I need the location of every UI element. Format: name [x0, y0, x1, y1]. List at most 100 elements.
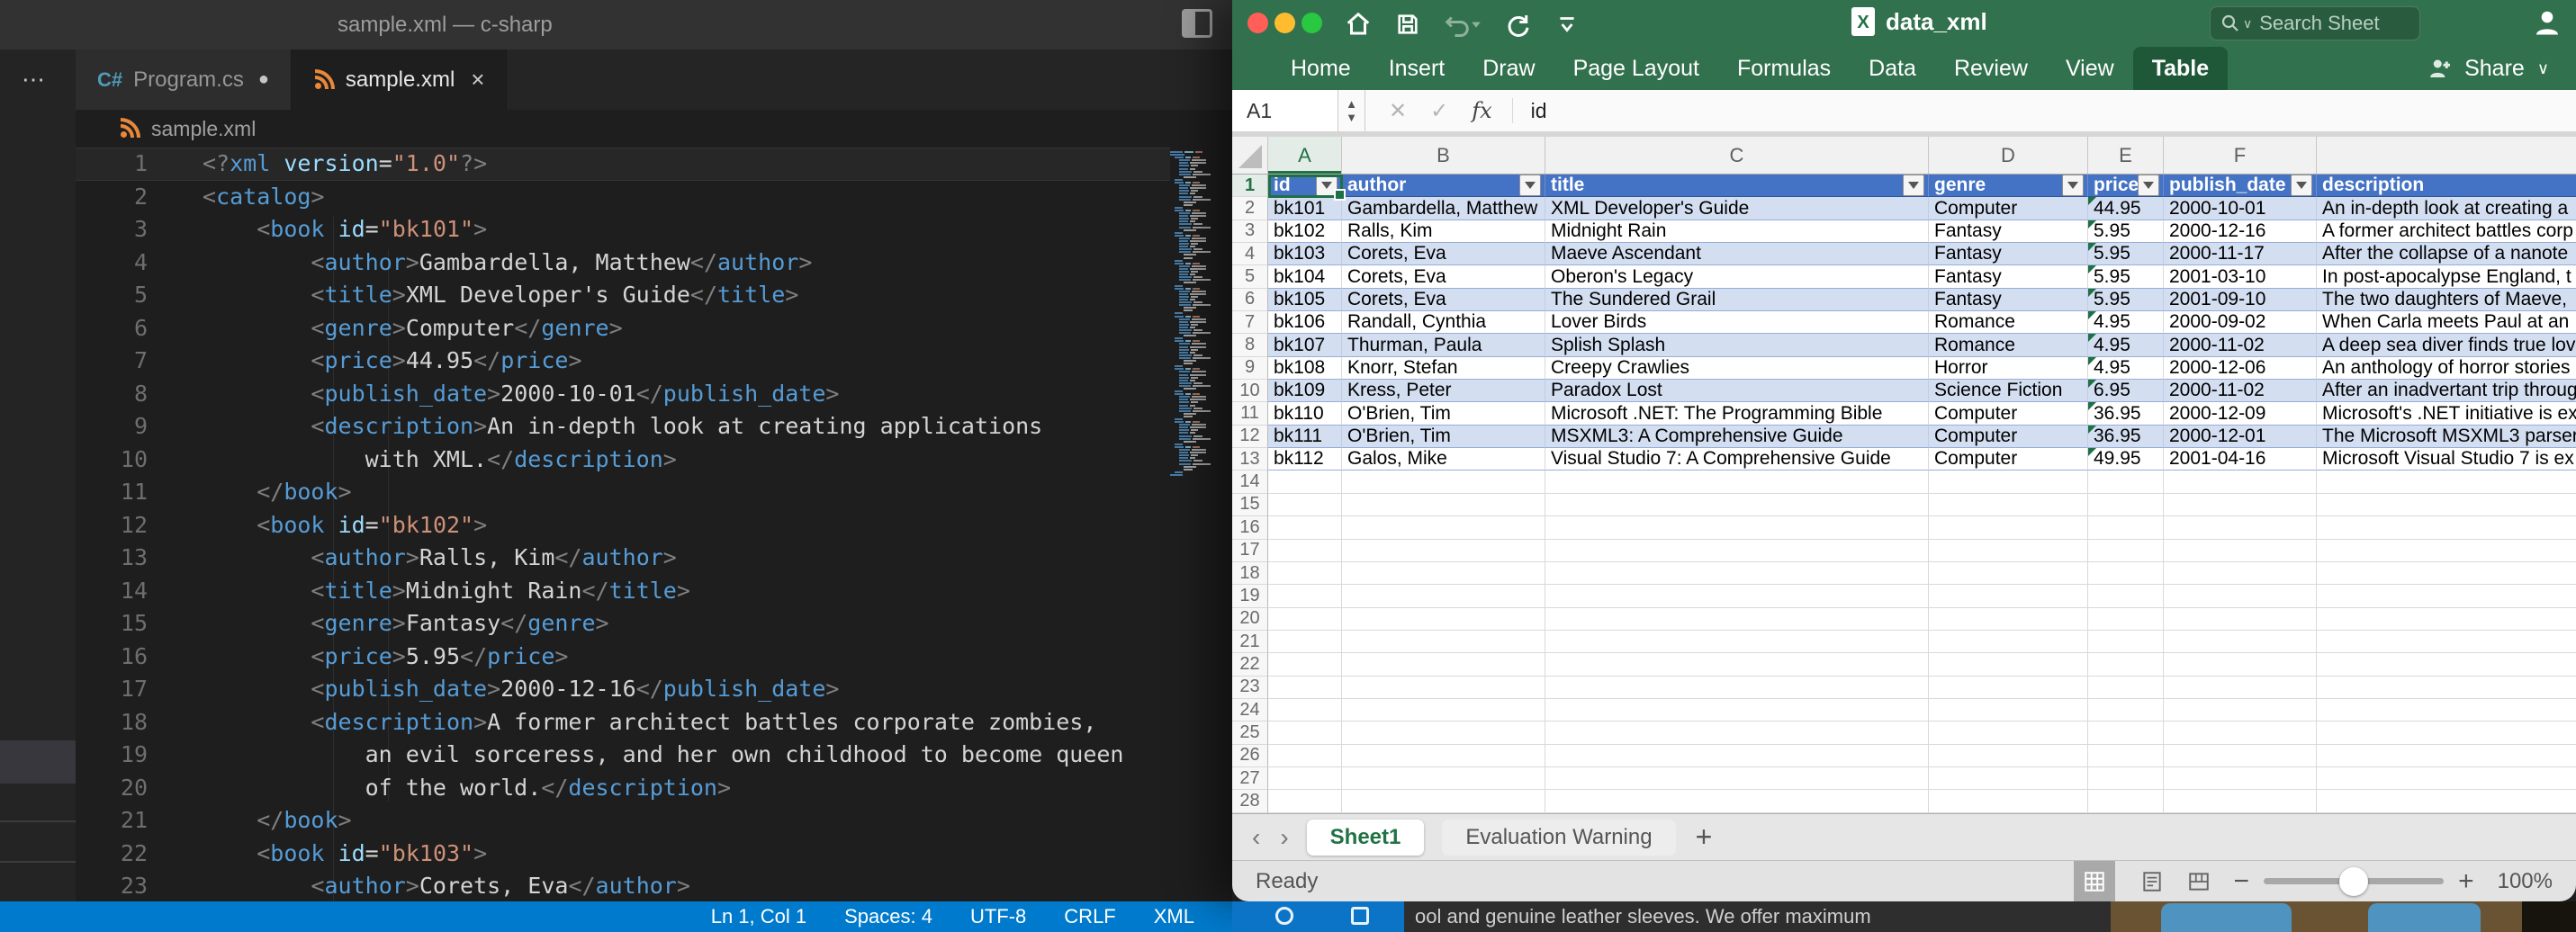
- next-sheet-icon[interactable]: ›: [1280, 823, 1288, 852]
- cell[interactable]: bk108: [1268, 357, 1342, 380]
- cell[interactable]: 2000-11-02: [2164, 334, 2317, 356]
- empty-cell[interactable]: [1929, 767, 2088, 790]
- cell[interactable]: A deep sea diver finds true lov: [2317, 334, 2576, 356]
- code-line[interactable]: 15 <genre>Fantasy</genre>: [76, 607, 1170, 641]
- empty-cell[interactable]: [1545, 721, 1929, 744]
- empty-cell[interactable]: [2317, 790, 2576, 812]
- cell[interactable]: Computer: [1929, 197, 2088, 220]
- empty-cell[interactable]: [2317, 494, 2576, 516]
- empty-cell[interactable]: [1545, 470, 1929, 493]
- ribbon-tab-view[interactable]: View: [2047, 47, 2133, 90]
- empty-cell[interactable]: [2317, 516, 2576, 539]
- home-icon[interactable]: [1345, 11, 1372, 38]
- cell[interactable]: Fantasy: [1929, 265, 2088, 288]
- empty-cell[interactable]: [2088, 562, 2164, 585]
- row-number[interactable]: 8: [1232, 334, 1268, 356]
- cell[interactable]: 5.95: [2088, 289, 2164, 311]
- empty-cell[interactable]: [1929, 585, 2088, 607]
- redo-icon[interactable]: [1505, 11, 1532, 38]
- cell[interactable]: Creepy Crawlies: [1545, 357, 1929, 380]
- empty-cell[interactable]: [1545, 745, 1929, 767]
- row-number[interactable]: 25: [1232, 721, 1268, 744]
- editor-tab-sample-xml[interactable]: sample.xml×: [292, 49, 508, 110]
- row-number[interactable]: 5: [1232, 265, 1268, 288]
- zoom-in-button[interactable]: +: [2458, 866, 2474, 897]
- row-number[interactable]: 12: [1232, 426, 1268, 448]
- enter-icon[interactable]: ✓: [1430, 98, 1448, 124]
- empty-cell[interactable]: [2088, 790, 2164, 812]
- code-line[interactable]: 20 of the world.</description>: [76, 772, 1170, 805]
- sidebar-selected-row[interactable]: [0, 740, 76, 784]
- cell[interactable]: 5.95: [2088, 220, 2164, 243]
- empty-cell[interactable]: [2317, 631, 2576, 653]
- empty-cell[interactable]: [2088, 608, 2164, 631]
- empty-cell[interactable]: [2317, 653, 2576, 676]
- code-line[interactable]: 19 an evil sorceress, and her own childh…: [76, 739, 1170, 772]
- empty-cell[interactable]: [1545, 562, 1929, 585]
- empty-cell[interactable]: [1929, 631, 2088, 653]
- code-editor[interactable]: 1<?xml version="1.0"?>2<catalog>3 <book …: [76, 148, 1170, 901]
- empty-cell[interactable]: [1929, 745, 2088, 767]
- row-number[interactable]: 23: [1232, 677, 1268, 699]
- code-line[interactable]: 1<?xml version="1.0"?>: [76, 148, 1170, 181]
- empty-cell[interactable]: [1342, 699, 1545, 721]
- empty-cell[interactable]: [1545, 677, 1929, 699]
- row-number[interactable]: 7: [1232, 311, 1268, 334]
- zoom-slider-thumb[interactable]: [2339, 867, 2368, 896]
- row-number[interactable]: 6: [1232, 289, 1268, 311]
- row-number[interactable]: 13: [1232, 448, 1268, 470]
- code-line[interactable]: 21 </book>: [76, 804, 1170, 838]
- header-cell-author[interactable]: author: [1342, 175, 1545, 197]
- empty-cell[interactable]: [2088, 540, 2164, 562]
- ribbon-tab-draw[interactable]: Draw: [1464, 47, 1554, 90]
- cell[interactable]: 5.95: [2088, 243, 2164, 265]
- name-box[interactable]: A1: [1232, 90, 1338, 131]
- empty-cell[interactable]: [1545, 699, 1929, 721]
- normal-view-button[interactable]: [2074, 861, 2115, 902]
- empty-cell[interactable]: [2164, 608, 2317, 631]
- cell[interactable]: 2000-12-01: [2164, 426, 2317, 448]
- empty-cell[interactable]: [1929, 721, 2088, 744]
- filter-dropdown-icon[interactable]: [2062, 175, 2084, 196]
- cell[interactable]: bk102: [1268, 220, 1342, 243]
- ribbon-tab-review[interactable]: Review: [1935, 47, 2047, 90]
- code-line[interactable]: 13 <author>Ralls, Kim</author>: [76, 542, 1170, 575]
- empty-cell[interactable]: [1929, 653, 2088, 676]
- cell[interactable]: In post-apocalypse England, t: [2317, 265, 2576, 288]
- cell[interactable]: bk103: [1268, 243, 1342, 265]
- cell[interactable]: Corets, Eva: [1342, 265, 1545, 288]
- empty-cell[interactable]: [1342, 585, 1545, 607]
- empty-cell[interactable]: [1342, 562, 1545, 585]
- cell[interactable]: 44.95: [2088, 197, 2164, 220]
- row-number[interactable]: 9: [1232, 357, 1268, 380]
- status-item[interactable]: UTF-8: [970, 905, 1026, 928]
- empty-cell[interactable]: [2088, 470, 2164, 493]
- header-cell-publish_date[interactable]: publish_date: [2164, 175, 2317, 197]
- empty-cell[interactable]: [1929, 516, 2088, 539]
- undo-icon[interactable]: [1444, 11, 1482, 38]
- code-line[interactable]: 3 <book id="bk101">: [76, 213, 1170, 246]
- zoom-slider[interactable]: [2264, 878, 2444, 884]
- empty-cell[interactable]: [2164, 767, 2317, 790]
- column-header-g[interactable]: [2317, 137, 2576, 174]
- empty-cell[interactable]: [1268, 767, 1342, 790]
- empty-cell[interactable]: [2088, 494, 2164, 516]
- empty-cell[interactable]: [2164, 562, 2317, 585]
- empty-cell[interactable]: [1929, 790, 2088, 812]
- cell[interactable]: Midnight Rain: [1545, 220, 1929, 243]
- cell[interactable]: An anthology of horror stories: [2317, 357, 2576, 380]
- empty-cell[interactable]: [2088, 631, 2164, 653]
- empty-cell[interactable]: [1545, 653, 1929, 676]
- toolbar-options-icon[interactable]: [1555, 13, 1579, 36]
- minimap[interactable]: [1170, 151, 1232, 511]
- empty-cell[interactable]: [1545, 608, 1929, 631]
- cell[interactable]: bk111: [1268, 426, 1342, 448]
- column-header-A[interactable]: A: [1268, 137, 1342, 174]
- ribbon-tab-page-layout[interactable]: Page Layout: [1554, 47, 1718, 90]
- empty-cell[interactable]: [1545, 631, 1929, 653]
- cell[interactable]: O'Brien, Tim: [1342, 426, 1545, 448]
- cell[interactable]: A former architect battles corp: [2317, 220, 2576, 243]
- code-line[interactable]: 10 with XML.</description>: [76, 444, 1170, 477]
- status-item[interactable]: Spaces: 4: [844, 905, 932, 928]
- empty-cell[interactable]: [2088, 585, 2164, 607]
